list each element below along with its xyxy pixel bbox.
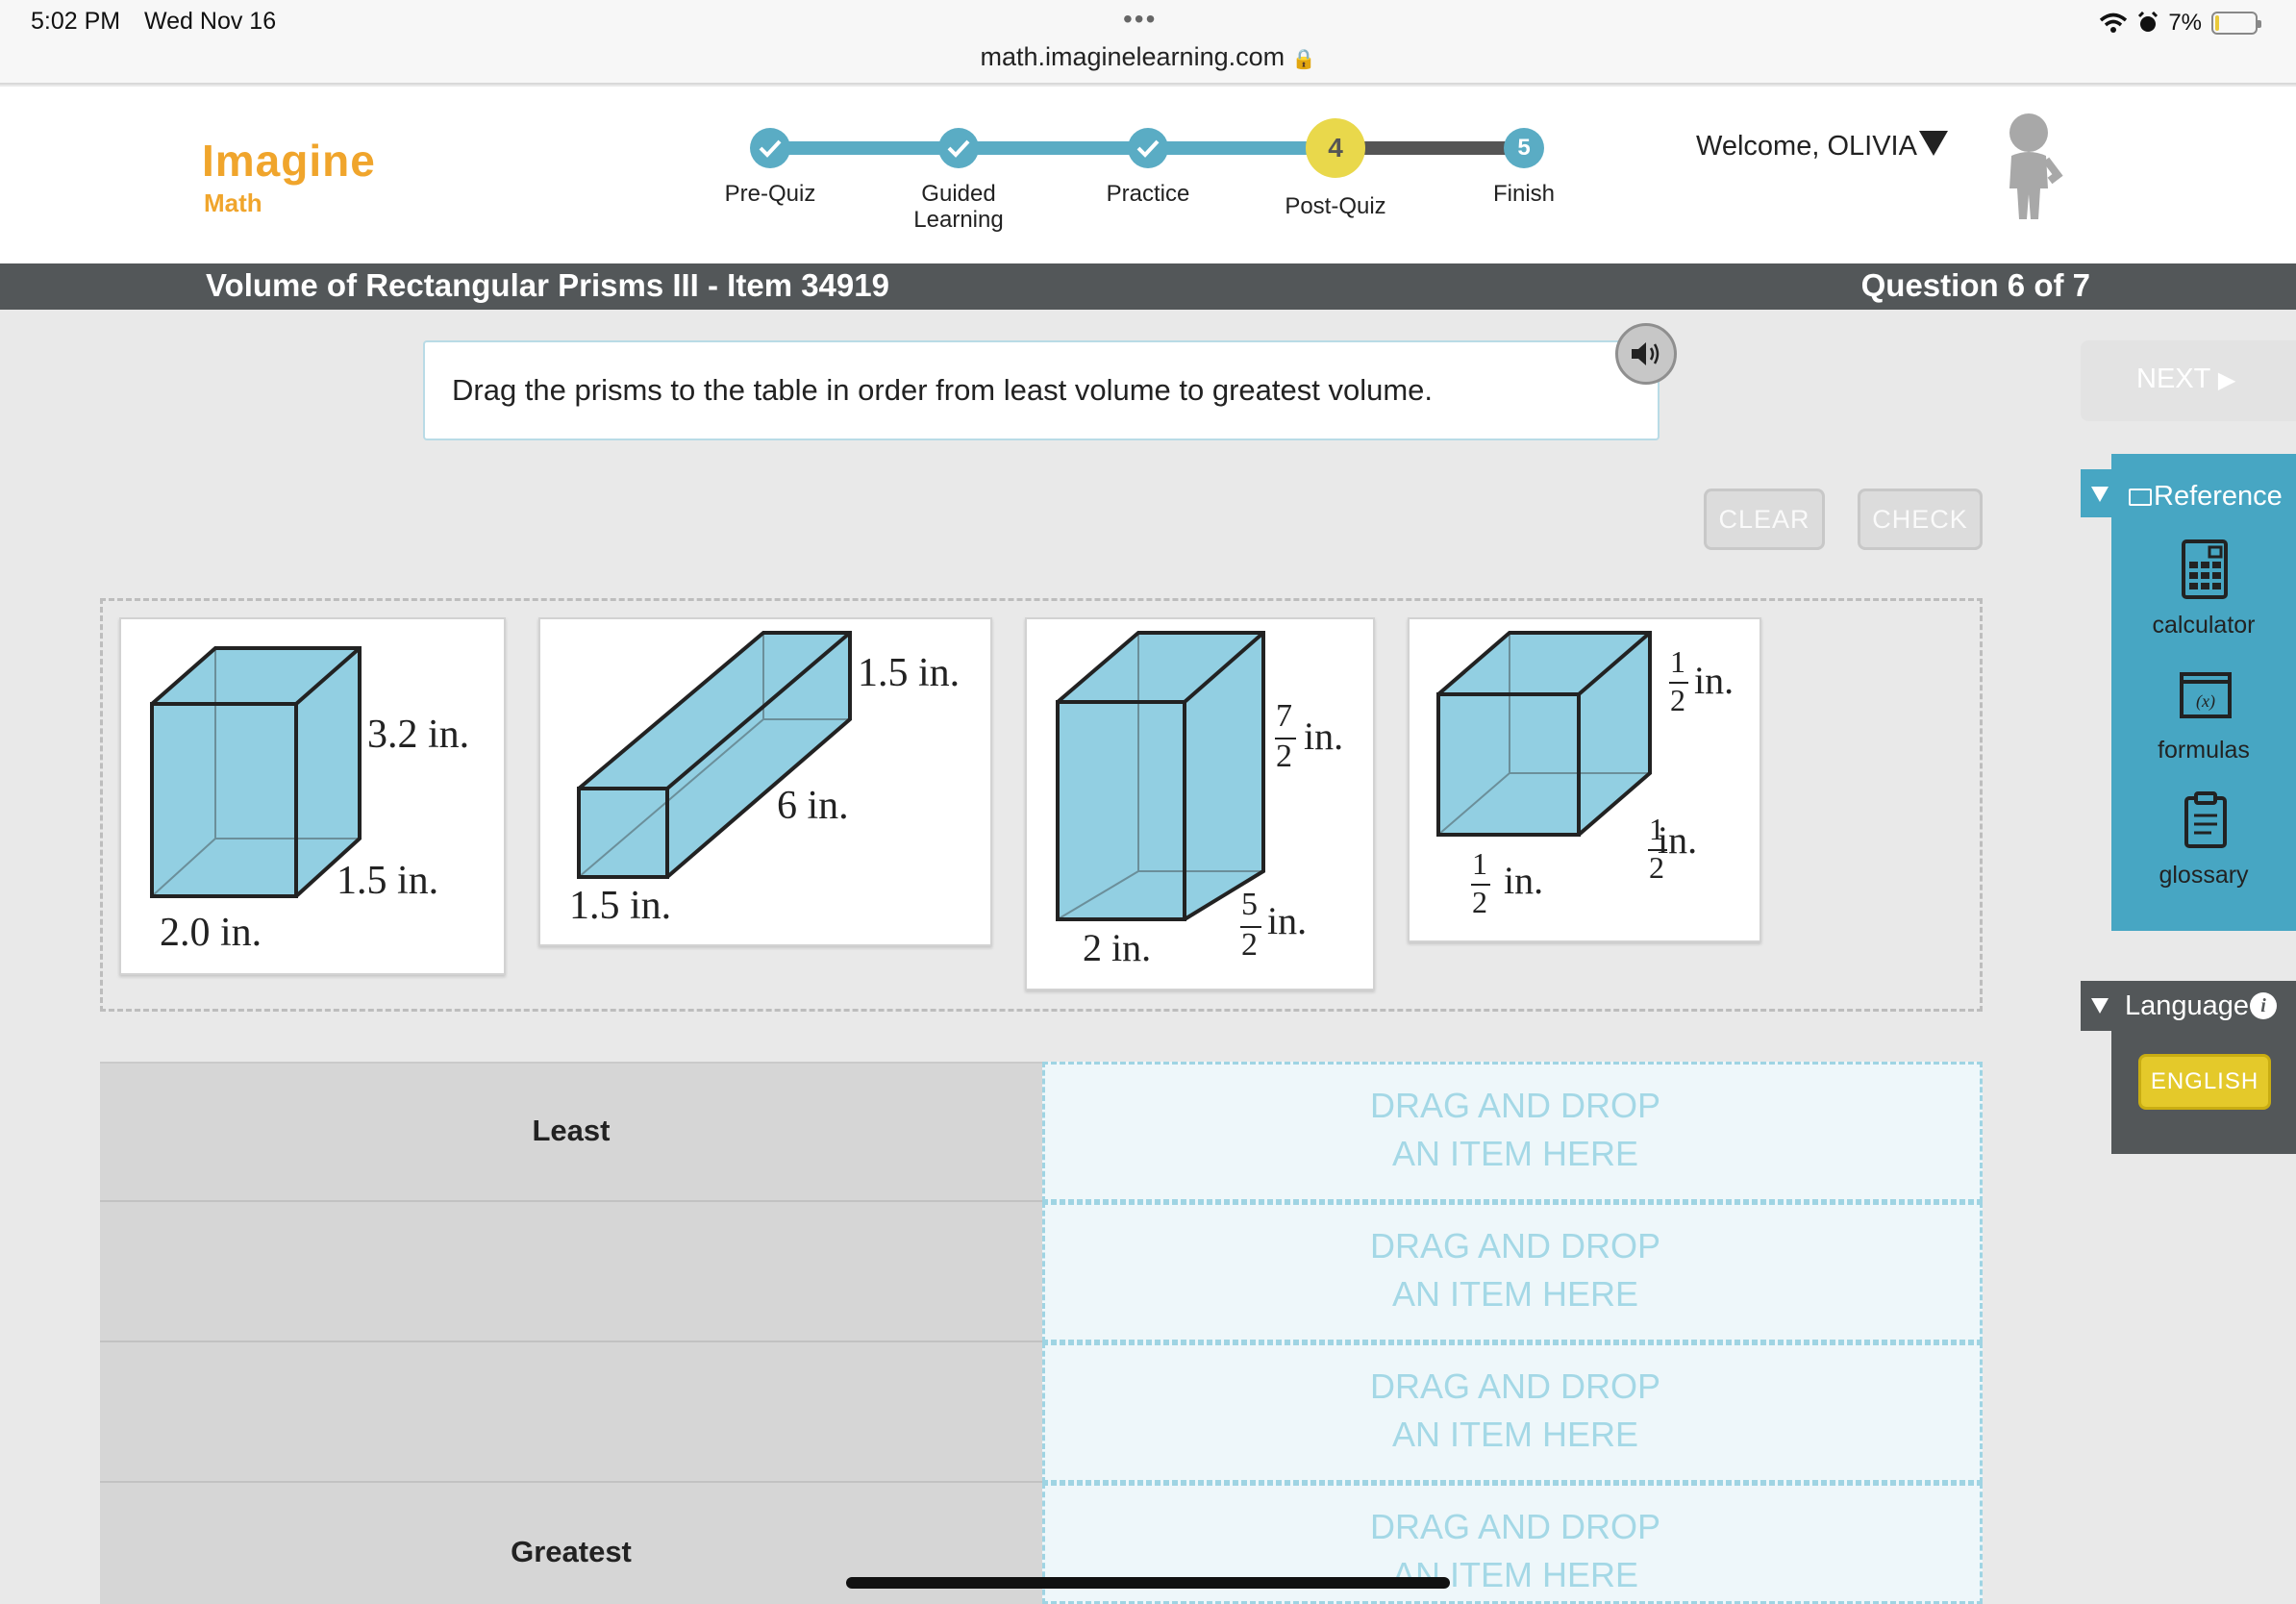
drop-zone-3[interactable]: DRAG AND DROP AN ITEM HERE xyxy=(1042,1342,1983,1483)
prism-card-4[interactable]: 1 2 in. 1 2 in. 1 2 in. xyxy=(1408,617,1761,942)
prism-4-width-den: 2 xyxy=(1472,885,1487,919)
step-prequiz-check-icon[interactable] xyxy=(750,128,790,168)
step-label-guided: Guided Learning xyxy=(913,181,1004,233)
glossary-icon[interactable] xyxy=(2183,790,2229,850)
drop-zone-text-1b: AN ITEM HERE xyxy=(1391,1134,1639,1173)
battery-icon xyxy=(2211,12,2261,35)
english-button[interactable]: ENGLISH xyxy=(2138,1054,2271,1110)
drop-zone-text-3b: AN ITEM HERE xyxy=(1391,1415,1639,1454)
next-label-text: NEXT xyxy=(2136,363,2210,394)
prism-4-width-label: in. xyxy=(1504,859,1544,902)
prism-3-width-label: 2 in. xyxy=(1083,926,1152,969)
status-indicators: 7% xyxy=(2099,10,2261,37)
prism-3-height-num: 7 xyxy=(1276,698,1292,734)
drop-zone-1[interactable]: DRAG AND DROP AN ITEM HERE xyxy=(1042,1062,1983,1202)
clear-button[interactable]: CLEAR xyxy=(1704,489,1825,550)
drop-zone-2[interactable]: DRAG AND DROP AN ITEM HERE xyxy=(1042,1202,1983,1342)
row-divider xyxy=(100,1341,1042,1342)
progress-track-complete xyxy=(769,141,1335,155)
collapse-triangle-icon xyxy=(2091,998,2109,1014)
url-text: math.imaginelearning.com xyxy=(980,42,1285,71)
step-finish[interactable]: 5 xyxy=(1504,128,1544,168)
logo-imagine: Imagine xyxy=(202,136,376,186)
prism-3-depth-den: 2 xyxy=(1241,927,1258,963)
wifi-icon xyxy=(2100,13,2128,33)
more-dots-icon[interactable]: ••• xyxy=(1123,4,1157,35)
check-button[interactable]: CHECK xyxy=(1858,489,1983,550)
user-menu-caret-icon[interactable] xyxy=(1919,131,1948,156)
drop-zone-text-2b: AN ITEM HERE xyxy=(1391,1274,1639,1314)
alarm-icon xyxy=(2138,12,2159,32)
step-postquiz-current[interactable]: 4 xyxy=(1306,118,1365,178)
drop-zone-text-4a: DRAG AND DROP xyxy=(1369,1507,1661,1546)
prism-3-depth-num: 5 xyxy=(1241,887,1258,922)
step-practice-check-icon[interactable] xyxy=(1128,128,1168,168)
info-icon[interactable]: i xyxy=(2250,992,2277,1019)
drop-zone-text-2a: DRAG AND DROP xyxy=(1369,1226,1661,1266)
formulas-icon[interactable]: (x) xyxy=(2179,671,2233,719)
prism-1-width-label: 2.0 in. xyxy=(160,911,262,955)
prism-card-2[interactable]: 1.5 in. 6 in. 1.5 in. xyxy=(538,617,992,946)
step-guided-check-icon[interactable] xyxy=(938,128,979,168)
prism-4-height-den: 2 xyxy=(1670,683,1685,717)
prism-1-depth-label: 1.5 in. xyxy=(337,859,439,903)
prism-3-height-label: in. xyxy=(1304,714,1344,758)
step-label-prequiz: Pre-Quiz xyxy=(724,181,816,207)
row-divider xyxy=(100,1481,1042,1483)
question-counter: Question 6 of 7 xyxy=(1860,267,2090,303)
prism-4-height-label: in. xyxy=(1694,659,1734,702)
row-label-least: Least xyxy=(532,1114,611,1147)
prism-2-length-label: 6 in. xyxy=(777,784,849,828)
prism-card-3[interactable]: 7 2 in. 5 2 in. 2 in. xyxy=(1025,617,1375,990)
home-indicator[interactable] xyxy=(846,1577,1450,1589)
instruction-text: Drag the prisms to the table in order fr… xyxy=(452,373,1434,407)
prism-3-drawing xyxy=(1056,631,1296,928)
step-label-postquiz: Post-Quiz xyxy=(1285,193,1386,219)
collapse-triangle-icon xyxy=(2091,487,2109,502)
row-label-greatest: Greatest xyxy=(511,1535,632,1568)
prism-1-height-label: 3.2 in. xyxy=(367,713,470,757)
prism-card-1[interactable]: 3.2 in. 1.5 in. 2.0 in. xyxy=(119,617,506,975)
speaker-icon xyxy=(1632,342,1660,365)
welcome-text[interactable]: Welcome, OLIVIA xyxy=(1696,131,1917,163)
logo-math: Math xyxy=(204,188,262,217)
calculator-icon[interactable] xyxy=(2181,539,2229,600)
calculator-label[interactable]: calculator xyxy=(2111,612,2296,639)
play-arrow-icon: ▶ xyxy=(2217,367,2236,393)
prism-4-depth-label: in. xyxy=(1658,818,1698,862)
step-label-practice: Practice xyxy=(1106,181,1190,207)
prism-3-height-den: 2 xyxy=(1276,739,1292,774)
battery-percent: 7% xyxy=(2168,10,2202,36)
status-time: 5:02 PM xyxy=(31,8,121,35)
avatar[interactable] xyxy=(1992,112,2065,221)
reference-title[interactable]: Reference xyxy=(2129,481,2283,513)
reference-title-text: Reference xyxy=(2154,481,2283,512)
status-date: Wed Nov 16 xyxy=(144,8,277,35)
lock-icon: 🔒 xyxy=(1291,49,1316,70)
prism-3-depth-label: in. xyxy=(1267,899,1308,942)
audio-button[interactable] xyxy=(1615,323,1677,385)
prism-2-top-label: 1.5 in. xyxy=(858,651,961,695)
prism-4-height-num: 1 xyxy=(1670,644,1685,679)
language-title: Language xyxy=(2125,990,2250,1021)
formulas-label[interactable]: formulas xyxy=(2111,737,2296,764)
glossary-label[interactable]: glossary xyxy=(2111,862,2296,890)
lesson-title: Volume of Rectangular Prisms III - Item … xyxy=(206,267,889,303)
svg-text:(x): (x) xyxy=(2196,691,2215,712)
reference-book-icon xyxy=(2129,489,2152,507)
drop-zone-text-1a: DRAG AND DROP xyxy=(1369,1086,1661,1125)
prism-4-width-num: 1 xyxy=(1472,846,1487,881)
row-divider xyxy=(100,1200,1042,1202)
drop-zone-text-3a: DRAG AND DROP xyxy=(1369,1366,1661,1406)
drop-zone-text-4b: AN ITEM HERE xyxy=(1391,1555,1639,1594)
prism-2-width-label: 1.5 in. xyxy=(569,884,672,928)
step-label-finish: Finish xyxy=(1492,181,1556,207)
url-bar[interactable]: math.imaginelearning.com 🔒 xyxy=(0,42,2296,72)
next-button-label: NEXT ▶ xyxy=(2136,363,2235,395)
